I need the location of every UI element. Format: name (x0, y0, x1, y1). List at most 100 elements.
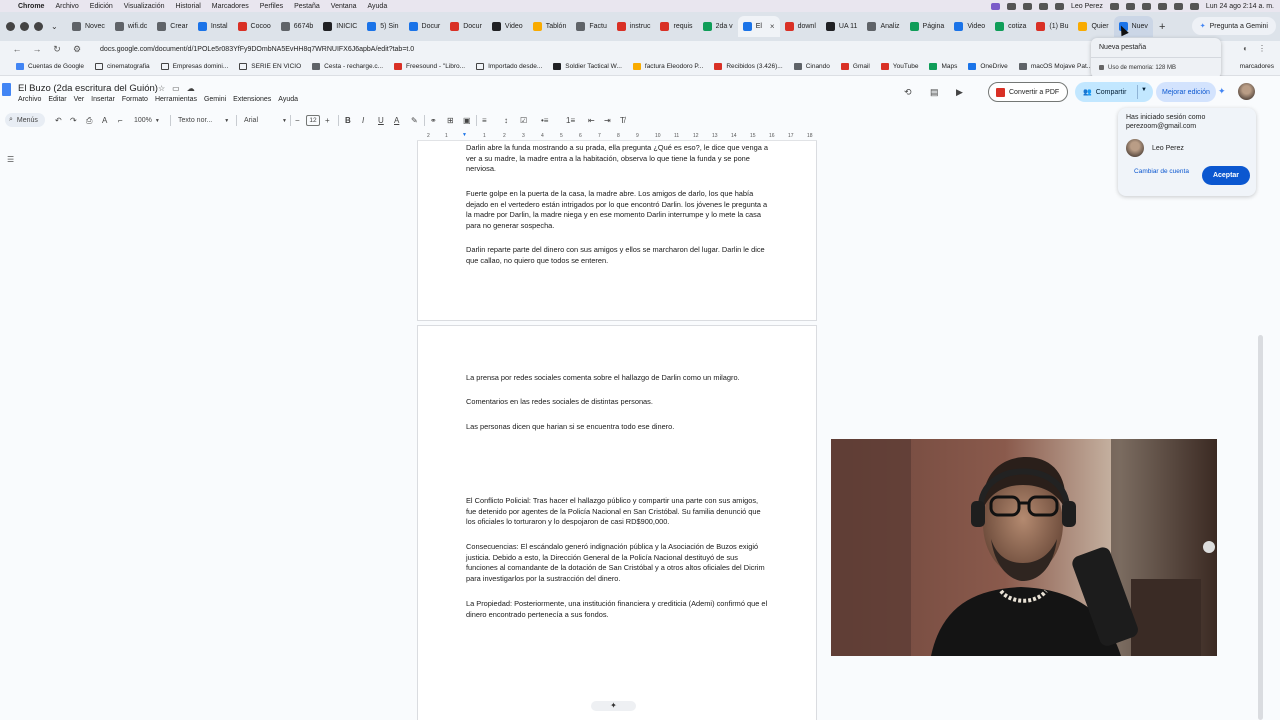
menu-herramientas[interactable]: Herramientas (155, 96, 197, 103)
site-info-icon[interactable]: ⚙ (72, 44, 82, 55)
browser-tab[interactable]: Cocoo (233, 16, 276, 37)
back-arrow-icon[interactable]: ← (12, 44, 22, 54)
bookmark-item[interactable]: Gmail (840, 62, 870, 70)
convert-to-pdf-button[interactable]: Convertir a PDF (988, 82, 1069, 102)
browser-tab[interactable]: UA 11 (821, 16, 863, 37)
menu-ver[interactable]: Ver (74, 96, 85, 103)
menu-archivo[interactable]: Archivo (18, 96, 41, 103)
browser-tab[interactable]: El × (737, 16, 780, 37)
menubar-user-name[interactable]: Leo Perez (1071, 3, 1103, 10)
camera-icon[interactable] (1006, 2, 1016, 10)
add-comment-icon[interactable]: ⊞ (447, 111, 454, 130)
browser-tab[interactable]: instruc (612, 16, 656, 37)
browser-tab[interactable]: wifi.dc (110, 16, 152, 37)
bookmark-item[interactable]: SERIE EN VICIO (239, 62, 301, 70)
extension-icon[interactable] (1054, 2, 1064, 10)
account-avatar[interactable] (1238, 83, 1255, 100)
accept-button[interactable]: Aceptar (1202, 166, 1250, 185)
paragraph[interactable]: Consecuencias: El escándalo generó indig… (466, 542, 770, 584)
numbered-list-icon[interactable]: 1≡ (566, 111, 575, 130)
print-icon[interactable]: ⎙ (86, 111, 92, 130)
paragraph-style-select[interactable]: Texto nor... ▼ (178, 111, 229, 130)
bookmark-item[interactable]: Empresas domini... (160, 62, 228, 70)
star-icon[interactable]: ☆ (158, 84, 165, 93)
bookmark-item[interactable]: Soldier Tactical W... (553, 62, 622, 70)
paragraph[interactable]: Darlin abre la funda mostrando a su prad… (466, 143, 770, 175)
control-center-icon[interactable] (1173, 2, 1183, 10)
browser-tab[interactable]: Docur (445, 16, 487, 37)
gemini-bottom-pill[interactable]: ✦ (591, 701, 636, 711)
switch-account-link[interactable]: Cambiar de cuenta (1134, 167, 1189, 176)
browser-tab[interactable]: 6674b (276, 16, 318, 37)
paragraph[interactable]: La Propiedad: Posteriormente, una instit… (466, 599, 770, 620)
menu-gemini[interactable]: Gemini (204, 96, 226, 103)
browser-tab[interactable]: requis (655, 16, 697, 37)
browser-tab[interactable]: 5) Sin (362, 16, 403, 37)
browser-tab[interactable]: Analiz (862, 16, 904, 37)
link-icon[interactable]: ⚭ (430, 111, 437, 130)
menubar-item-historial[interactable]: Historial (176, 3, 201, 10)
close-window-button[interactable] (6, 22, 15, 31)
search-menus-field[interactable]: ⌕ Menús (5, 113, 45, 127)
menu-formato[interactable]: Formato (122, 96, 148, 103)
menu-insertar[interactable]: Insertar (91, 96, 115, 103)
bookmark-item[interactable]: Importado desde... (476, 62, 542, 70)
bookmark-item[interactable]: factura Eleodoro P... (632, 62, 703, 70)
gemini-icon[interactable]: ✦ (1218, 86, 1226, 97)
bookmark-item[interactable]: Cuentas de Google (16, 62, 84, 70)
share-dropdown-icon[interactable]: ▼ (1141, 87, 1147, 93)
bookmark-item[interactable]: Cinando (793, 62, 830, 70)
font-family-select[interactable]: Arial ▼ (244, 111, 287, 130)
browser-tab[interactable]: (1) Bu (1031, 16, 1073, 37)
profile-avatar-icon[interactable]: ◐ (1243, 44, 1248, 53)
browser-tab[interactable]: Tablón (528, 16, 572, 37)
italic-icon[interactable]: I (362, 111, 364, 130)
close-tab-icon[interactable]: × (770, 22, 775, 31)
menubar-item-visualizacion[interactable]: Visualización (124, 3, 165, 10)
tab-search-chevron-icon[interactable]: ⌄ (51, 22, 63, 31)
horizontal-ruler[interactable]: 2 1 1 2 3 4 5 6 7 8 9 10 11 12 13 14 15 16 17 18 ▼ (417, 132, 817, 141)
clear-formatting-icon[interactable]: T̸ (620, 111, 625, 130)
browser-tab[interactable]: Video (949, 16, 990, 37)
all-bookmarks-folder[interactable]: marcadores (1240, 63, 1274, 70)
battery-icon[interactable] (1109, 2, 1119, 10)
browser-tab[interactable]: cotiza (990, 16, 1031, 37)
bookmark-item[interactable]: Maps (929, 62, 957, 70)
zoom-select[interactable]: 100% ▼ (134, 111, 160, 130)
menu-ayuda[interactable]: Ayuda (278, 96, 298, 103)
align-icon[interactable]: ≡ (482, 111, 487, 130)
paragraph[interactable]: Darlin reparte parte del dinero con sus … (466, 245, 770, 266)
line-spacing-icon[interactable]: ↕ (504, 111, 508, 130)
bookmark-item[interactable]: macOS Mojave Pat... (1018, 62, 1092, 70)
font-size-input[interactable]: 12 (306, 111, 320, 130)
undo-icon[interactable]: ↶ (55, 111, 62, 130)
browser-tab[interactable]: Factu (571, 16, 612, 37)
reload-icon[interactable]: ↻ (52, 44, 62, 55)
vertical-scrollbar[interactable] (1258, 335, 1263, 720)
cloud-saved-icon[interactable]: ☁ (187, 84, 195, 93)
more-options-icon[interactable]: ⋮ (1258, 44, 1266, 53)
paragraph[interactable]: Las personas dicen que harian si se encu… (466, 422, 770, 433)
browser-tab[interactable]: downl (780, 16, 821, 37)
bookmark-item[interactable]: Cesta - recharge.c... (312, 62, 383, 70)
browser-tab[interactable]: 2da v (698, 16, 738, 37)
browser-tab[interactable]: Página (905, 16, 950, 37)
document-page[interactable]: Darlin abre la funda mostrando a su prad… (417, 141, 817, 321)
checklist-icon[interactable]: ☑ (520, 111, 527, 130)
text-color-icon[interactable]: A (394, 111, 399, 130)
insert-image-icon[interactable]: ▣ (463, 111, 471, 130)
wifi-icon[interactable] (1141, 2, 1151, 10)
docs-logo-icon[interactable] (2, 83, 11, 96)
improve-editing-button[interactable]: Mejorar edición (1156, 82, 1216, 102)
siri-icon[interactable] (1189, 2, 1199, 10)
redo-icon[interactable]: ↷ (70, 111, 77, 130)
version-history-icon[interactable]: ⟲ (904, 87, 912, 98)
menubar-item-marcadores[interactable]: Marcadores (212, 3, 249, 10)
bold-icon[interactable]: B (345, 111, 351, 130)
meet-camera-icon[interactable]: ▶ (956, 87, 963, 98)
menubar-item-ayuda[interactable]: Ayuda (368, 3, 388, 10)
increase-indent-icon[interactable]: ⇥ (604, 111, 611, 130)
move-folder-icon[interactable]: ▭ (172, 84, 180, 93)
paint-format-icon[interactable]: ⌐ (118, 111, 123, 130)
document-outline-icon[interactable]: ☰ (7, 155, 14, 164)
